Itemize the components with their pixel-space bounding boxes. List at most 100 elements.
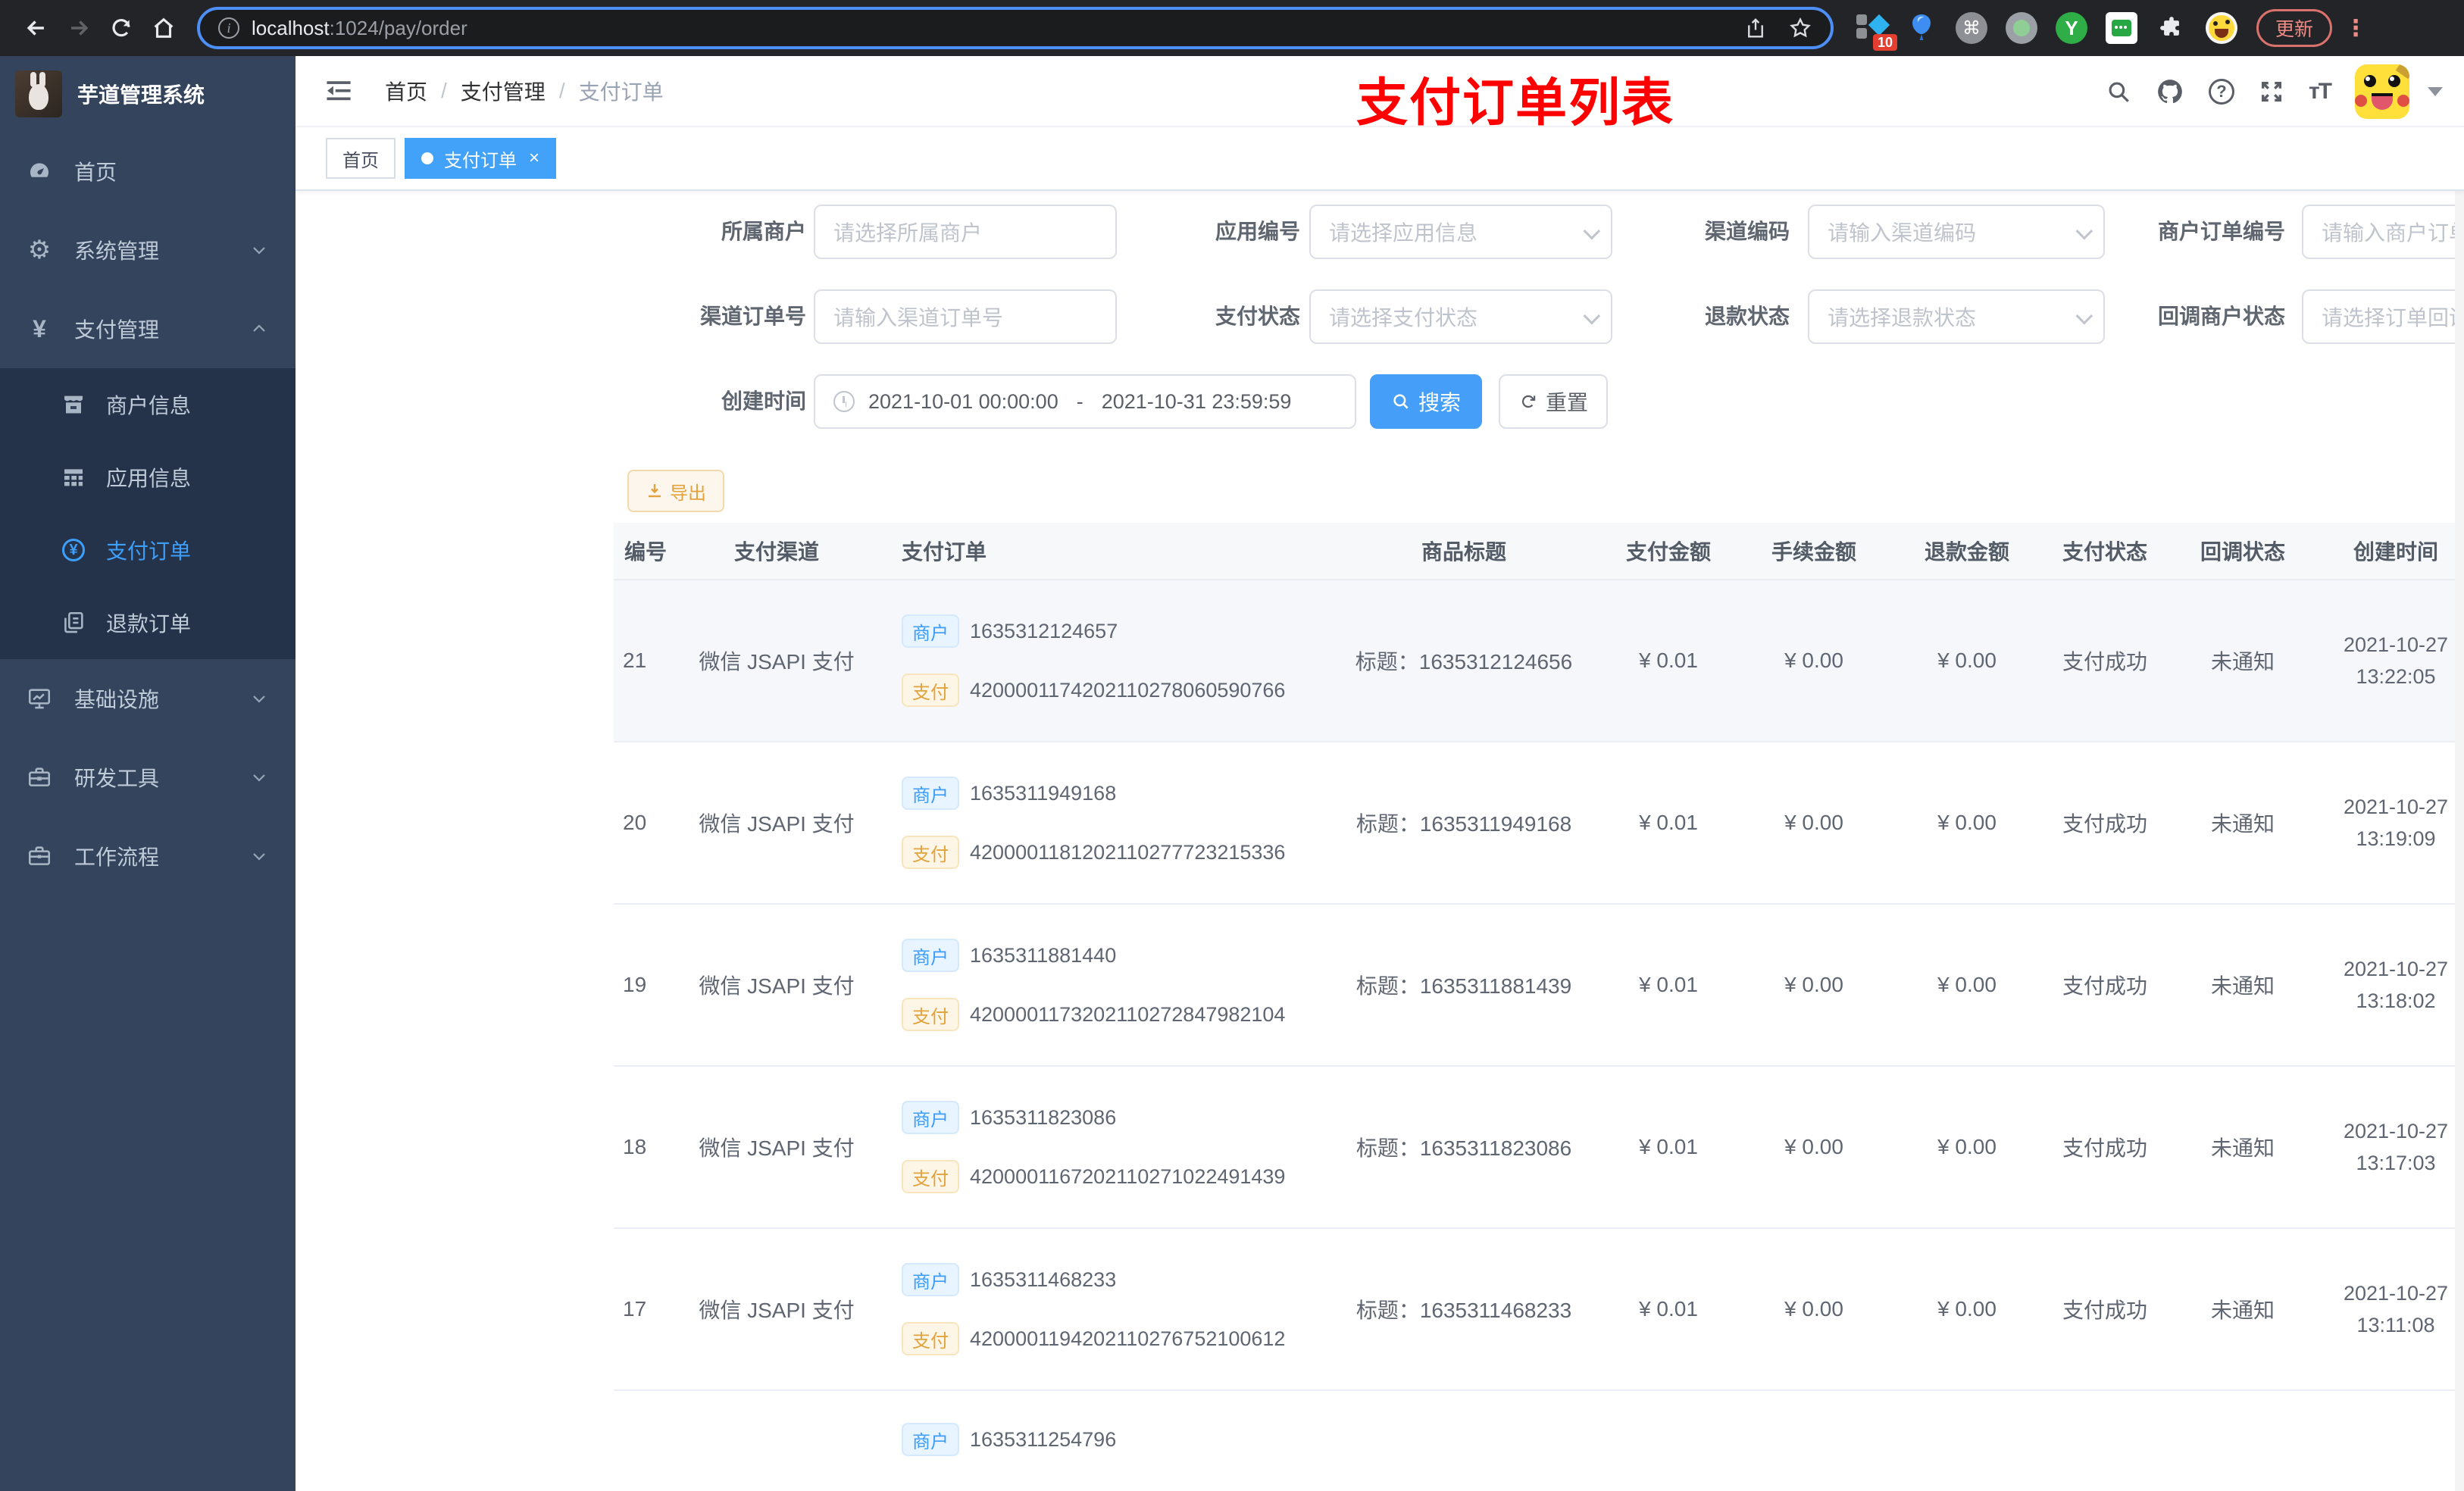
browser-forward-icon[interactable] xyxy=(58,7,100,49)
reset-label: 重置 xyxy=(1545,391,1588,414)
header-search-icon[interactable] xyxy=(2106,79,2131,105)
sidebar-item-label: 基础设施 xyxy=(74,688,160,711)
collapse-sidebar-icon[interactable] xyxy=(326,80,352,102)
sidebar-item-payment[interactable]: ¥ 支付管理 xyxy=(0,289,295,368)
filter-merchant-order-no-input[interactable]: 请输入商户订单编号 xyxy=(2302,205,2464,259)
browser-update-button[interactable]: 更新 xyxy=(2256,9,2333,47)
url-bar[interactable]: i localhost:1024/pay/order xyxy=(197,7,1834,49)
sidebar-item-pay-order[interactable]: ¥ 支付订单 xyxy=(0,514,295,586)
filter-channel-order-no-input[interactable]: 请输入渠道订单号 xyxy=(814,289,1117,344)
extension-balloon-icon[interactable] xyxy=(1905,11,1938,45)
merchant-order-no: 1635311468233 xyxy=(970,1268,1117,1291)
logo: 芋道管理系统 xyxy=(0,56,295,132)
cell-title: 标题：1635311881439 xyxy=(1356,974,1572,998)
filter-app-no-select[interactable]: 请选择应用信息 xyxy=(1309,205,1612,259)
bookmark-star-icon[interactable] xyxy=(1788,16,1812,40)
breadcrumb-item[interactable]: 支付管理 xyxy=(461,76,546,106)
sidebar-item-infrastructure[interactable]: 基础设施 xyxy=(0,659,295,738)
placeholder: 请选择订单回调商户状态 xyxy=(2322,306,2464,330)
column-header-5: 手续金额 xyxy=(1771,540,1856,564)
browser-home-icon[interactable] xyxy=(142,7,185,49)
fullscreen-icon[interactable] xyxy=(2259,79,2284,105)
github-icon[interactable] xyxy=(2156,77,2184,106)
pay-badge: 支付 xyxy=(902,1160,959,1193)
page-scrollbar[interactable] xyxy=(2455,183,2464,1491)
url-host: localhost xyxy=(252,16,330,39)
cell-notify: 未通知 xyxy=(2210,650,2275,674)
filter-merchant-input[interactable]: 请选择所属商户 xyxy=(814,205,1117,259)
browser-back-icon[interactable] xyxy=(15,7,58,49)
browser-chrome: i localhost:1024/pay/order 10 ⌘ Y 更新 ⋮ xyxy=(0,0,2464,56)
filter-label-create-time: 创建时间 xyxy=(721,389,806,413)
gear-icon: ⚙ xyxy=(27,236,52,264)
cell-orders: 商户 1635311881440 支付 4200001173202110272847… xyxy=(856,905,1327,1065)
sidebar-item-label: 退款订单 xyxy=(106,612,192,636)
extension-command-icon[interactable]: ⌘ xyxy=(1955,11,1988,45)
filter-label-pay-status: 支付状态 xyxy=(1215,305,1300,328)
cell-create-time: 2021-10-27 13:18:02 xyxy=(2343,958,2449,1012)
filter-pay-status-select[interactable]: 请选择支付状态 xyxy=(1309,289,1612,344)
help-icon[interactable]: ? xyxy=(2208,79,2234,105)
profile-emoji-icon[interactable] xyxy=(2205,11,2238,45)
export-button[interactable]: 导出 xyxy=(627,470,724,512)
merchant-badge: 商户 xyxy=(902,939,959,972)
shop-icon xyxy=(61,392,86,417)
filter-label-refund-status: 退款状态 xyxy=(1704,305,1790,328)
placeholder: 请选择退款状态 xyxy=(1828,306,1977,330)
cell-create-time: 2021-10-27 13:19:09 xyxy=(2343,796,2449,850)
sidebar-item-dev-tools[interactable]: 研发工具 xyxy=(0,738,295,817)
date-start: 2021-10-01 00:00:00 xyxy=(868,389,1058,413)
extension-y-icon[interactable]: Y xyxy=(2055,11,2088,45)
tab-0[interactable]: 首页 xyxy=(326,138,396,179)
sidebar-item-workflow[interactable]: 工作流程 xyxy=(0,817,295,896)
breadcrumb-item[interactable]: 首页 xyxy=(385,76,427,106)
cell-title: 标题：1635311823086 xyxy=(1356,1136,1572,1160)
extension-diamond-icon[interactable]: 10 xyxy=(1855,11,1897,51)
merchant-order-no: 1635312124657 xyxy=(970,619,1118,642)
cell-create-time: 2021-10-27 13:17:03 xyxy=(2343,1120,2449,1174)
extension-dot-icon[interactable] xyxy=(2005,11,2038,45)
breadcrumb-separator: / xyxy=(558,79,565,102)
tab-close-icon[interactable]: × xyxy=(529,148,539,169)
screen: i localhost:1024/pay/order 10 ⌘ Y 更新 ⋮ … xyxy=(0,0,2464,1491)
chevron-down-icon xyxy=(250,768,268,786)
sidebar-item-app-info[interactable]: 应用信息 xyxy=(0,441,295,514)
filter-refund-status-select[interactable]: 请选择退款状态 xyxy=(1808,289,2105,344)
site-info-icon[interactable]: i xyxy=(218,17,239,39)
cell-channel: 微信 JSAPI 支付 xyxy=(699,1299,855,1322)
sidebar-item-label: 首页 xyxy=(74,161,117,184)
sidebar-item-system[interactable]: ⚙ 系统管理 xyxy=(0,211,295,289)
cell-status: 支付成功 xyxy=(2062,650,2147,674)
search-button[interactable]: 搜索 xyxy=(1370,374,1482,429)
filter-notify-status-select[interactable]: 请选择订单回调商户状态 xyxy=(2302,289,2464,344)
filter-create-time-range[interactable]: 2021-10-01 00:00:00 - 2021-10-31 23:59:5… xyxy=(814,374,1356,429)
content: 所属商户 请选择所属商户 应用编号 请选择应用信息 渠道编码 请输入渠道编码 商户订单编号请… xyxy=(295,191,2464,1491)
tab-active[interactable]: 支付订单 × xyxy=(405,138,557,179)
cell-notify: 未通知 xyxy=(2210,1136,2275,1160)
browser-menu-icon[interactable]: ⋮ xyxy=(2344,15,2367,42)
cell-orders: 商户 1635311468233 支付 4200001194202110276752… xyxy=(856,1229,1327,1389)
sidebar-submenu: 商户信息 应用信息 ¥ 支付订单 退款订单 xyxy=(0,368,295,659)
cell-notify: 未通知 xyxy=(2210,1299,2275,1322)
filter-channel-code-select[interactable]: 请输入渠道编码 xyxy=(1808,205,2105,259)
cell-id: 18 xyxy=(623,1135,647,1158)
font-size-icon[interactable]: тT xyxy=(2309,79,2332,105)
cell-id: 21 xyxy=(623,649,647,672)
yen-icon: ¥ xyxy=(33,315,46,342)
monitor-icon xyxy=(26,685,53,712)
extension-area: 10 ⌘ Y xyxy=(1855,11,2238,51)
browser-reload-icon[interactable] xyxy=(100,7,142,49)
sidebar-item-refund-order[interactable]: 退款订单 xyxy=(0,586,295,659)
extensions-puzzle-icon[interactable] xyxy=(2155,11,2188,45)
channel-order-no: 4200001173202110272847982104 xyxy=(970,1002,1286,1026)
sidebar-item-home[interactable]: 首页 xyxy=(0,132,295,211)
orders-table: 编号 支付渠道 支付订单 商品标题 支付金额 手续金额 退款金额 支付状态 回调状态 创建时间支付… xyxy=(614,523,2464,1491)
sidebar-item-merchant-info[interactable]: 商户信息 xyxy=(0,368,295,441)
extension-chat-icon[interactable] xyxy=(2105,11,2138,45)
reset-button[interactable]: 重置 xyxy=(1499,374,1608,429)
share-icon[interactable] xyxy=(1744,17,1767,39)
chevron-down-icon xyxy=(250,847,268,865)
avatar[interactable] xyxy=(2355,64,2409,119)
avatar-caret-icon[interactable] xyxy=(2428,87,2443,96)
filter-label-merchant: 所属商户 xyxy=(721,220,806,243)
